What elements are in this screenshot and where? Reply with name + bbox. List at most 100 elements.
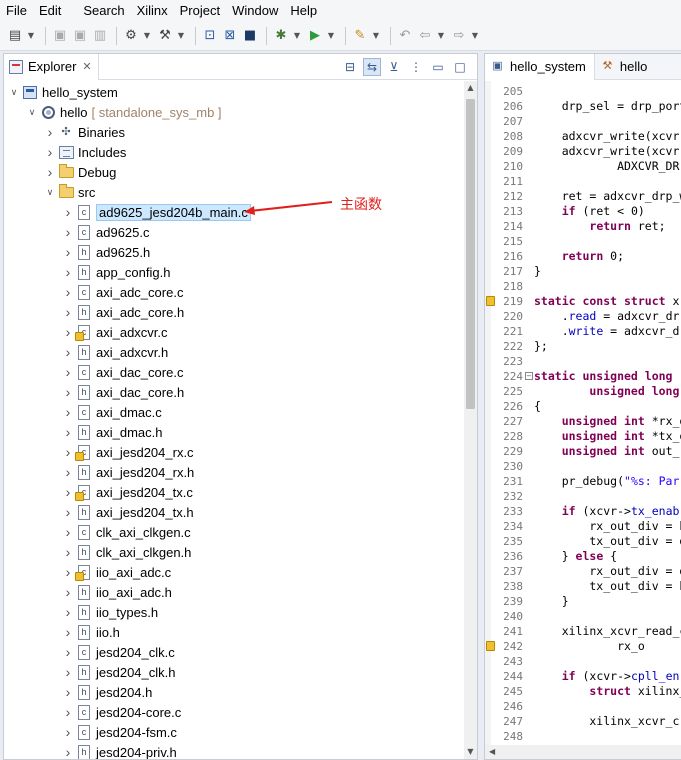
warning-marker-icon[interactable] — [486, 641, 495, 651]
tree-item[interactable]: › c jesd204_clk.c — [62, 642, 175, 662]
new-icon[interactable]: ▤ — [6, 27, 24, 45]
tree-item[interactable]: › h clk_axi_clkgen.h — [62, 542, 192, 562]
menu-file[interactable]: File — [0, 0, 33, 21]
settings-dropdown-icon[interactable]: ▼ — [142, 27, 152, 45]
back-dropdown-icon[interactable]: ▼ — [436, 27, 446, 45]
chevron-right-icon[interactable]: › — [62, 244, 74, 260]
chevron-right-icon[interactable]: › — [62, 344, 74, 360]
tree-item[interactable]: › c clk_axi_clkgen.c — [62, 522, 191, 542]
chevron-down-icon[interactable]: ∨ — [8, 87, 20, 98]
code-editor[interactable]: 205 206 drp_sel = drp_port 207 208 adxcvr_w… — [485, 81, 681, 746]
chevron-right-icon[interactable]: › — [62, 304, 74, 320]
new-dropdown-icon[interactable]: ▼ — [26, 27, 36, 45]
settings-gear-icon[interactable]: ⚙ — [122, 27, 140, 45]
tree-item[interactable]: ∨ hello_system — [8, 82, 118, 102]
build-dropdown-icon[interactable]: ▼ — [176, 27, 186, 45]
scroll-down-icon[interactable]: ▼ — [464, 745, 477, 759]
chevron-right-icon[interactable]: › — [62, 444, 74, 460]
menu-window[interactable]: Window — [226, 0, 284, 21]
warning-marker-icon[interactable] — [486, 296, 495, 306]
tree-item[interactable]: › h axi_jesd204_rx.h — [62, 462, 195, 482]
chevron-right-icon[interactable]: › — [62, 744, 74, 759]
tree-item[interactable]: › h axi_dmac.h — [62, 422, 163, 442]
chevron-right-icon[interactable]: › — [62, 564, 74, 580]
chevron-right-icon[interactable]: › — [62, 544, 74, 560]
scroll-left-icon[interactable]: ◀ — [489, 745, 495, 759]
chevron-right-icon[interactable]: › — [62, 384, 74, 400]
tree-item[interactable]: › c axi_adc_core.c — [62, 282, 184, 302]
run-icon[interactable]: ▶ — [306, 27, 324, 45]
tree-item[interactable]: › h iio.h — [62, 622, 120, 642]
chevron-right-icon[interactable]: › — [62, 284, 74, 300]
tree-item[interactable]: › c axi_jesd204_rx.c — [62, 442, 194, 462]
chevron-right-icon[interactable]: › — [62, 264, 74, 280]
save-icon[interactable]: ▣ — [51, 27, 69, 45]
chevron-right-icon[interactable]: › — [62, 324, 74, 340]
wand-icon[interactable]: ✎ — [351, 27, 369, 45]
tree-item[interactable]: › h jesd204-priv.h — [62, 742, 177, 759]
menu-help[interactable]: Help — [284, 0, 323, 21]
console-icon[interactable]: ⊡ — [201, 27, 219, 45]
tree-item[interactable]: › c jesd204-core.c — [62, 702, 182, 722]
chevron-right-icon[interactable]: › — [62, 464, 74, 480]
tree-item[interactable]: › c jesd204-fsm.c — [62, 722, 177, 742]
minimize-icon[interactable]: ▭ — [429, 58, 447, 76]
menu-xilinx[interactable]: Xilinx — [131, 0, 174, 21]
tree-item[interactable]: › c axi_adxcvr.c — [62, 322, 168, 342]
editor-hscrollbar[interactable]: ◀ — [485, 745, 681, 759]
chevron-right-icon[interactable]: › — [62, 504, 74, 520]
chevron-right-icon[interactable]: › — [62, 424, 74, 440]
chevron-right-icon[interactable]: › — [44, 124, 56, 140]
chevron-right-icon[interactable]: › — [44, 164, 56, 180]
collapse-all-icon[interactable]: ⊟ — [341, 58, 359, 76]
tree-item[interactable]: › c ad9625.c — [62, 222, 150, 242]
view-menu-icon[interactable]: ⋮ — [407, 58, 425, 76]
chevron-right-icon[interactable]: › — [62, 724, 74, 740]
chevron-right-icon[interactable]: › — [62, 604, 74, 620]
fold-toggle-icon[interactable]: − — [525, 372, 533, 380]
chevron-right-icon[interactable]: › — [62, 684, 74, 700]
run-dropdown-icon[interactable]: ▼ — [326, 27, 336, 45]
chevron-right-icon[interactable]: › — [62, 624, 74, 640]
print-icon[interactable]: ▥ — [91, 27, 109, 45]
menu-edit[interactable]: Edit — [33, 0, 67, 21]
chevron-right-icon[interactable]: › — [62, 224, 74, 240]
tree-item[interactable]: › h ad9625.h — [62, 242, 151, 262]
debug-dropdown-icon[interactable]: ▼ — [292, 27, 302, 45]
chevron-right-icon[interactable]: › — [62, 524, 74, 540]
maximize-icon[interactable]: □ — [451, 58, 469, 76]
tree-item[interactable]: › h axi_adc_core.h — [62, 302, 185, 322]
chevron-right-icon[interactable]: › — [62, 664, 74, 680]
menu-search[interactable]: Search — [77, 0, 130, 21]
chevron-right-icon[interactable]: › — [62, 644, 74, 660]
tree-item[interactable]: › c axi_dac_core.c — [62, 362, 184, 382]
build-hammer-icon[interactable]: ⚒ — [156, 27, 174, 45]
chevron-right-icon[interactable]: › — [62, 704, 74, 720]
forward-dropdown-icon[interactable]: ▼ — [470, 27, 480, 45]
chevron-down-icon[interactable]: ∨ — [44, 187, 56, 198]
tree-item[interactable]: › h iio_types.h — [62, 602, 159, 622]
chevron-right-icon[interactable]: › — [44, 144, 56, 160]
tree-item[interactable]: › h axi_dac_core.h — [62, 382, 185, 402]
chevron-right-icon[interactable]: › — [62, 364, 74, 380]
tree-item[interactable]: › c ad9625_jesd204b_main.c — [62, 202, 251, 222]
chevron-right-icon[interactable]: › — [62, 484, 74, 500]
scroll-up-icon[interactable]: ▲ — [464, 81, 477, 95]
tree-item[interactable]: › h axi_jesd204_tx.h — [62, 502, 194, 522]
last-edit-icon[interactable]: ↶ — [396, 27, 414, 45]
tree-item[interactable]: › h jesd204_clk.h — [62, 662, 176, 682]
tree-item[interactable]: › Debug — [44, 162, 116, 182]
terminal-icon[interactable]: ■ — [241, 27, 259, 45]
tree-item[interactable]: › h jesd204.h — [62, 682, 153, 702]
tab-hello[interactable]: ⚒ hello — [595, 54, 655, 80]
forward-arrow-icon[interactable]: ⇨ — [450, 27, 468, 45]
program-fpga-icon[interactable]: ⊠ — [221, 27, 239, 45]
tab-hello-system[interactable]: ▣ hello_system — [485, 53, 595, 80]
chevron-right-icon[interactable]: › — [62, 204, 74, 220]
tree-item[interactable]: › ✣ Binaries — [44, 122, 125, 142]
explorer-tab[interactable]: Explorer ✕ — [4, 53, 99, 80]
debug-bug-icon[interactable]: ✱ — [272, 27, 290, 45]
link-editor-icon[interactable]: ⇆ — [363, 58, 381, 76]
close-icon[interactable]: ✕ — [82, 60, 91, 73]
tree-item[interactable]: › h iio_axi_adc.h — [62, 582, 172, 602]
